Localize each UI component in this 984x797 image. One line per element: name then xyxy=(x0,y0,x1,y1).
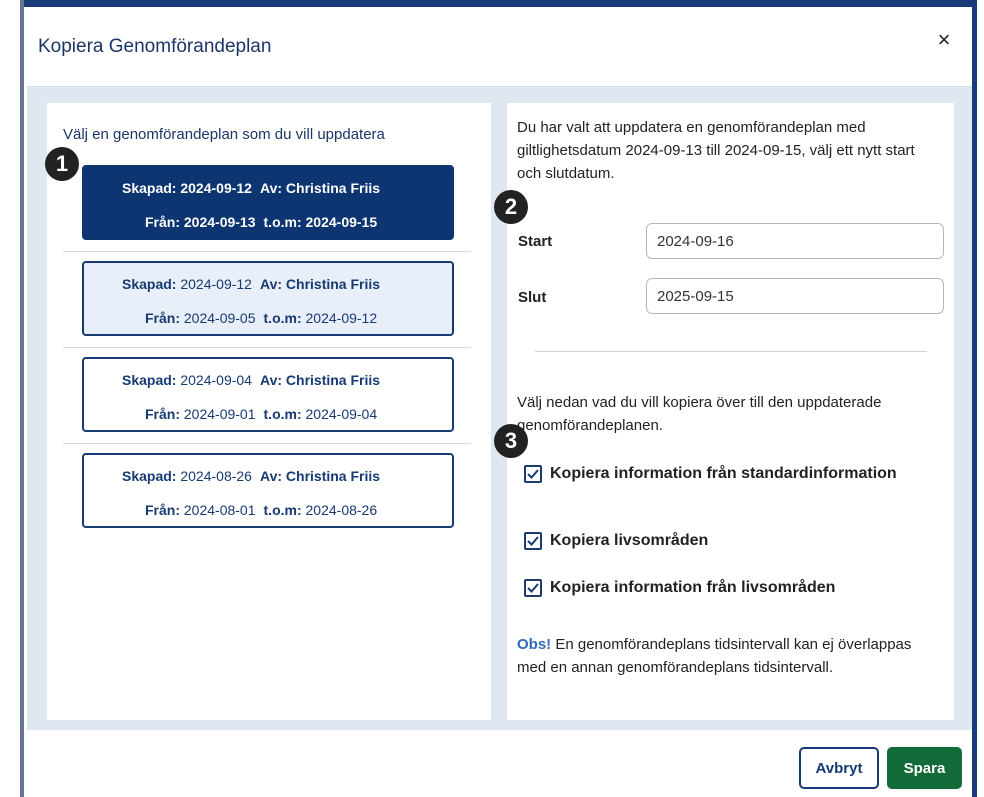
note-text: En genomförandeplans tidsintervall kan e… xyxy=(517,636,912,676)
checkbox-label: Kopiera livsområden xyxy=(550,532,709,549)
dialog-header: Kopiera Genomförandeplan × xyxy=(27,12,972,87)
plan-range-line: Från: 2024-09-01 t.o.m: 2024-09-04 xyxy=(145,406,378,422)
plan-range-line: Från: 2024-09-05 t.o.m: 2024-09-12 xyxy=(145,310,378,326)
step-badge-1: 1 xyxy=(45,147,79,181)
checkbox-copy-life-area-info[interactable]: Kopiera information från livsområden xyxy=(524,579,835,597)
checkbox-checked-icon[interactable] xyxy=(524,579,542,597)
checkbox-checked-icon[interactable] xyxy=(524,465,542,483)
checkbox-label: Kopiera information från standardinforma… xyxy=(550,465,897,482)
step-badge-2: 2 xyxy=(494,190,528,224)
background-window-right-edge xyxy=(972,0,977,797)
background-window-left-edge xyxy=(20,0,24,797)
save-button[interactable]: Spara xyxy=(887,747,962,789)
plan-card[interactable]: Skapad: 2024-08-26 Av: Christina Friis Fr… xyxy=(82,453,454,528)
plan-range-line: Från: 2024-09-13 t.o.m: 2024-09-15 xyxy=(145,214,378,230)
checkbox-label: Kopiera information från livsområden xyxy=(550,579,836,596)
section-divider xyxy=(535,351,927,352)
end-date-input[interactable] xyxy=(646,278,944,314)
plan-created-line: Skapad: 2024-09-12 Av: Christina Friis xyxy=(122,180,381,196)
dialog-footer: Avbryt Spara xyxy=(27,730,972,797)
plan-created-line: Skapad: 2024-09-04 Av: Christina Friis xyxy=(122,372,381,388)
plan-range-line: Från: 2024-08-01 t.o.m: 2024-08-26 xyxy=(145,502,378,518)
selected-plan-info: Du har valt att uppdatera en genomförand… xyxy=(517,119,915,182)
checkbox-copy-standard-info[interactable]: Kopiera information från standardinforma… xyxy=(524,465,897,483)
start-label: Start xyxy=(518,233,553,250)
checkbox-copy-life-areas[interactable]: Kopiera livsområden xyxy=(524,532,708,550)
cancel-button[interactable]: Avbryt xyxy=(799,747,879,789)
plan-separator xyxy=(63,443,471,444)
plan-separator xyxy=(63,347,471,348)
background-window-top-bar xyxy=(22,0,977,7)
copy-options-prompt: Välj nedan vad du vill kopiera över till… xyxy=(517,394,882,434)
end-label: Slut xyxy=(518,289,547,306)
start-date-input[interactable] xyxy=(646,223,944,259)
obs-label: Obs! xyxy=(517,636,552,653)
plan-list-heading: Välj en genomförandeplan som du vill upp… xyxy=(63,126,385,143)
plan-list-panel: Välj en genomförandeplan som du vill upp… xyxy=(47,103,491,720)
plan-created-line: Skapad: 2024-09-12 Av: Christina Friis xyxy=(122,276,381,292)
plan-card-selected[interactable]: Skapad: 2024-09-12 Av: Christina Friis Fr… xyxy=(82,165,454,240)
overlap-note: Obs! En genomförandeplans tidsintervall … xyxy=(517,633,937,679)
copy-plan-dialog: Kopiera Genomförandeplan × Välj en genom… xyxy=(27,12,972,797)
step-badge-3: 3 xyxy=(494,424,528,458)
plan-separator xyxy=(63,251,471,252)
close-icon[interactable]: × xyxy=(932,28,956,52)
checkbox-checked-icon[interactable] xyxy=(524,532,542,550)
new-dates-panel: Du har valt att uppdatera en genomförand… xyxy=(507,103,954,720)
dialog-title: Kopiera Genomförandeplan xyxy=(38,36,272,57)
plan-created-line: Skapad: 2024-08-26 Av: Christina Friis xyxy=(122,468,381,484)
plan-card[interactable]: Skapad: 2024-09-04 Av: Christina Friis Fr… xyxy=(82,357,454,432)
plan-card[interactable]: Skapad: 2024-09-12 Av: Christina Friis Fr… xyxy=(82,261,454,336)
